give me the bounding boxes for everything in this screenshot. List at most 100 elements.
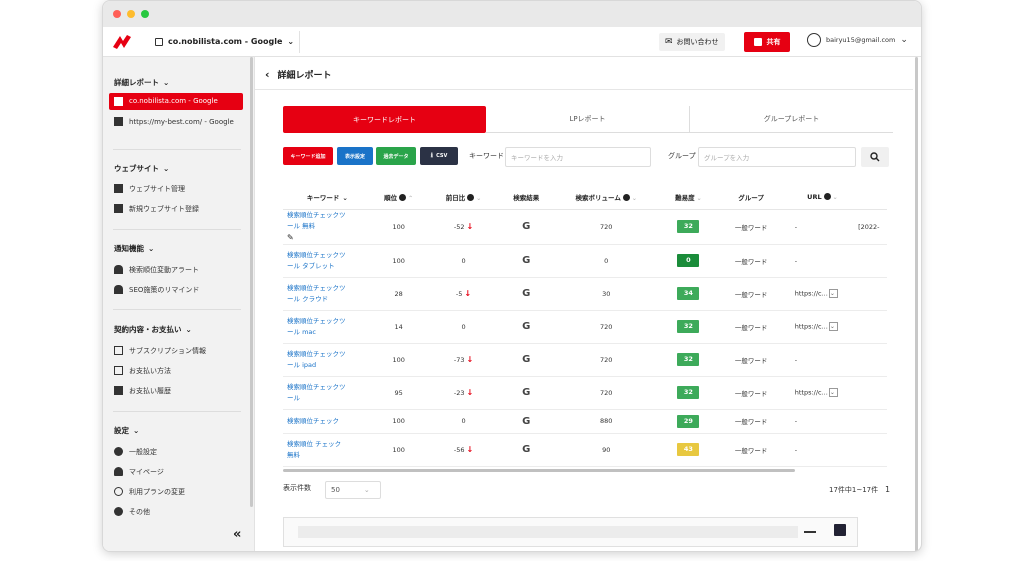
url-dropdown-icon[interactable]: ⌄	[828, 322, 838, 331]
sidebar-scrollbar[interactable]	[250, 57, 253, 507]
header-keyword[interactable]: キーワード ⌄	[283, 185, 372, 210]
extra-cell	[858, 310, 887, 344]
header-diff[interactable]: 前日比 ⌄	[425, 185, 502, 210]
maximize-window-button[interactable]	[141, 10, 149, 18]
url-dropdown-icon[interactable]: ⌄	[828, 388, 838, 397]
note-edit-icon[interactable]: ✎	[287, 233, 294, 242]
table-row: 検索順位 チェック 無料 100 -56 ↓ G 90 43 一般ワード -	[283, 433, 887, 467]
tab-keyword-report[interactable]: キーワードレポート	[283, 106, 486, 133]
serp-cell[interactable]: G	[501, 376, 552, 410]
keyword-link[interactable]: 検索順位チェックツ ール タブレット	[283, 244, 372, 278]
minimize-icon[interactable]	[804, 531, 816, 533]
sort-icon: ⌄	[476, 194, 482, 202]
header-rank[interactable]: 順位 ⌃	[371, 185, 426, 210]
diff-value: -73 ↓	[425, 343, 502, 377]
keyword-link[interactable]: 検索順位チェックツ ール	[283, 376, 372, 410]
per-page-label: 表示件数	[283, 484, 311, 492]
sidebar-item-rank-alert[interactable]: 検索順位変動アラート	[109, 261, 243, 279]
keyword-link[interactable]: 検索順位チェックツ ール 無料 ✎	[283, 209, 372, 245]
group-filter-input[interactable]: グループを入力	[698, 147, 856, 167]
sidebar-section-title[interactable]: 契約内容・お支払い ⌄	[103, 324, 192, 335]
table-row: 検索順位チェック 100 0 G 880 29 一般ワード -	[283, 409, 887, 434]
add-keyword-button[interactable]: キーワード追加	[283, 147, 333, 165]
chevron-down-icon: ⌄	[163, 164, 170, 173]
extra-cell: [2022-	[858, 209, 887, 245]
per-page-select[interactable]: 50 ⌄	[325, 481, 381, 499]
sidebar-item-site-mybest[interactable]: https://my-best.com/ - Google	[109, 113, 243, 131]
table-horizontal-scrollbar[interactable]	[283, 469, 795, 472]
volume-value: 0	[551, 244, 662, 278]
minimize-window-button[interactable]	[127, 10, 135, 18]
header-difficulty[interactable]: 難易度 ⌄	[661, 185, 716, 210]
sidebar-item-subscription[interactable]: サブスクリプション情報	[109, 342, 243, 360]
sidebar-item-mypage[interactable]: マイページ	[109, 463, 243, 481]
sidebar-item-plan-change[interactable]: 利用プランの変更	[109, 483, 243, 501]
back-icon[interactable]: ‹	[265, 68, 270, 81]
main-scrollbar[interactable]	[915, 57, 918, 551]
sidebar-item-website-manage[interactable]: ウェブサイト管理	[109, 180, 243, 198]
keyword-link[interactable]: 検索順位チェックツ ール ipad	[283, 343, 372, 377]
tab-group-report[interactable]: グループレポート	[690, 106, 893, 133]
arrow-down-icon: ↓	[466, 445, 474, 454]
url-cell: https://c... ⌄	[786, 310, 859, 344]
extra-cell	[858, 343, 887, 377]
serp-cell[interactable]: G	[501, 310, 552, 344]
table-row: 検索順位チェックツ ール 無料 ✎ 100 -52 ↓ G 720 32 一般ワード - [2022-	[283, 209, 887, 245]
sidebar-section-title[interactable]: 設定 ⌄	[103, 425, 139, 436]
keyword-link[interactable]: 検索順位チェックツ ール クラウド	[283, 277, 372, 311]
url-cell: -	[786, 209, 859, 245]
rank-value: 100	[371, 409, 426, 434]
tab-lp-report[interactable]: LPレポート	[486, 106, 690, 133]
rank-value: 28	[371, 277, 426, 311]
difficulty-badge: 32	[677, 320, 700, 333]
display-settings-button[interactable]: 表示設定	[337, 147, 373, 165]
collapse-sidebar-icon[interactable]: «	[233, 527, 241, 542]
pagination-page[interactable]: 1	[885, 485, 890, 494]
close-window-button[interactable]	[113, 10, 121, 18]
sidebar-item-other[interactable]: その他	[109, 503, 243, 521]
app-window: co.nobilista.com - Google ⌄ ✉ お問い合わせ 共有 …	[102, 0, 922, 552]
sidebar-item-payment-method[interactable]: お支払い方法	[109, 362, 243, 380]
header-volume[interactable]: 検索ボリューム ⌄	[551, 185, 662, 210]
serp-cell[interactable]: G	[501, 343, 552, 377]
chevron-down-icon: ⌄	[363, 486, 370, 494]
share-button[interactable]: 共有	[744, 32, 790, 52]
serp-cell[interactable]: G	[501, 409, 552, 434]
sidebar-section-title[interactable]: ウェブサイト ⌄	[103, 163, 169, 174]
keyword-link[interactable]: 検索順位チェックツ ール mac	[283, 310, 372, 344]
header-url[interactable]: URL ⌄	[786, 185, 859, 210]
sidebar-section-title[interactable]: 通知機能 ⌄	[103, 243, 154, 254]
serp-cell[interactable]: G	[501, 209, 552, 245]
brand-logo-icon[interactable]	[111, 31, 133, 53]
bell-icon	[114, 265, 123, 274]
sidebar-item-general-settings[interactable]: 一般設定	[109, 443, 243, 461]
difficulty-badge: 32	[677, 386, 700, 399]
serp-cell[interactable]: G	[501, 433, 552, 467]
sidebar-item-seo-remind[interactable]: SEO施策のリマインド	[109, 281, 243, 299]
rank-value: 100	[371, 209, 426, 245]
contact-button[interactable]: ✉ お問い合わせ	[659, 33, 725, 51]
site-selector[interactable]: co.nobilista.com - Google ⌄	[155, 37, 294, 46]
sidebar-item-site-google[interactable]: co.nobilista.com - Google	[109, 93, 243, 110]
chevron-down-icon: ⌄	[148, 244, 155, 253]
serp-cell[interactable]: G	[501, 277, 552, 311]
past-data-button[interactable]: 過去データ	[376, 147, 416, 165]
sidebar-item-payment-history[interactable]: お支払い履歴	[109, 382, 243, 400]
csv-button[interactable]: ⭳ CSV	[420, 147, 458, 165]
url-cell: https://c... ⌄	[786, 376, 859, 410]
search-button[interactable]	[861, 147, 889, 167]
keyword-link[interactable]: 検索順位 チェック 無料	[283, 433, 372, 467]
url-dropdown-icon[interactable]: ⌄	[828, 289, 838, 298]
serp-cell[interactable]: G	[501, 244, 552, 278]
keyword-filter-input[interactable]: キーワードを入力	[505, 147, 651, 167]
sidebar-item-new-website[interactable]: 新規ウェブサイト登録	[109, 200, 243, 218]
keyword-filter-label: キーワード	[469, 152, 504, 160]
maximize-icon[interactable]	[834, 524, 846, 536]
table-row: 検索順位チェックツ ール mac 14 0 G 720 32 一般ワード https://c..…	[283, 310, 887, 344]
keyword-link[interactable]: 検索順位チェック	[283, 409, 372, 434]
url-cell: https://c... ⌄	[786, 277, 859, 311]
difficulty-badge: 32	[677, 353, 700, 366]
user-menu[interactable]: bairyu15@gmail.com ⌄	[807, 33, 908, 47]
sidebar-section-title[interactable]: 詳細レポート ⌄	[103, 77, 169, 88]
extra-cell	[858, 433, 887, 467]
